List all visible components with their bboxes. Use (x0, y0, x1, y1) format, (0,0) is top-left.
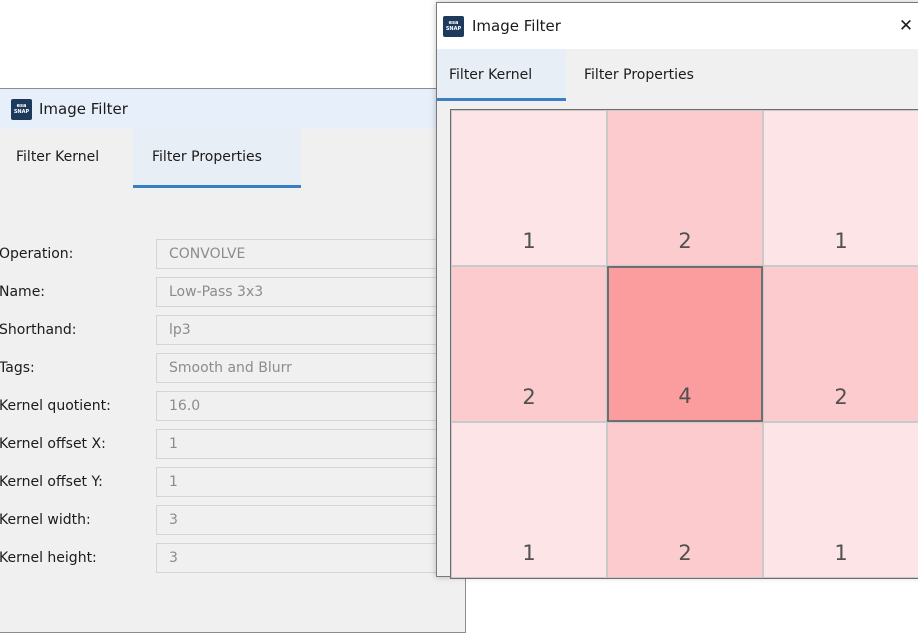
property-label: Shorthand: (0, 322, 77, 338)
name-field[interactable]: Low-Pass 3x3 (156, 277, 468, 307)
kernel-cell-value: 2 (678, 229, 692, 253)
kernel-cell-value: 1 (522, 541, 536, 565)
close-button[interactable]: ✕ (893, 13, 918, 39)
kernel-cell-value: 2 (834, 385, 848, 409)
kernel-cell-r2-c2[interactable]: 4 (607, 266, 763, 422)
kernel-cell-r2-c1[interactable]: 2 (451, 266, 607, 422)
kernel-cell-r1-c2[interactable]: 2 (607, 110, 763, 266)
tags-field[interactable]: Smooth and Blurr (156, 353, 468, 383)
window-title: Image Filter (39, 100, 128, 118)
property-row-shorthand: Shorthand: lp3 (0, 315, 468, 345)
kernel-cell-r1-c3[interactable]: 1 (763, 110, 918, 266)
icon-text-snap: SNAP (445, 26, 462, 32)
kernel-cell-value: 2 (522, 385, 536, 409)
property-row-kernel-quotient: Kernel quotient: 16.0 (0, 391, 468, 421)
kernel-cell-r1-c1[interactable]: 1 (451, 110, 607, 266)
property-label: Operation: (0, 246, 74, 262)
image-filter-window-back: esa SNAP Image Filter Filter Kernel Filt… (0, 88, 468, 633)
tab-filter-properties[interactable]: Filter Properties (566, 49, 736, 101)
kernel-cell-r3-c3[interactable]: 1 (763, 422, 918, 578)
active-tab-indicator (437, 98, 566, 101)
image-filter-window-front: esa SNAP Image Filter ✕ Filter Kernel Fi… (436, 2, 918, 579)
property-row-kernel-offset-x: Kernel offset X: 1 (0, 429, 468, 459)
active-tab-indicator (133, 185, 301, 188)
tab-label: Filter Kernel (449, 67, 533, 83)
window-title: Image Filter (472, 17, 561, 35)
property-label: Kernel offset Y: (0, 474, 103, 490)
kernel-offset-y-field[interactable]: 1 (156, 467, 468, 497)
tab-bar: Filter Kernel Filter Properties (0, 129, 465, 188)
property-label: Kernel offset X: (0, 436, 106, 452)
kernel-cell-r2-c3[interactable]: 2 (763, 266, 918, 422)
kernel-height-field[interactable]: 3 (156, 543, 468, 573)
icon-text-snap: SNAP (13, 109, 30, 115)
property-row-kernel-height: Kernel height: 3 (0, 543, 468, 573)
kernel-cell-value: 1 (834, 229, 848, 253)
property-row-kernel-width: Kernel width: 3 (0, 505, 468, 535)
kernel-cell-r3-c1[interactable]: 1 (451, 422, 607, 578)
shorthand-field[interactable]: lp3 (156, 315, 468, 345)
property-row-kernel-offset-y: Kernel offset Y: 1 (0, 467, 468, 497)
snap-app-icon: esa SNAP (11, 98, 32, 120)
operation-field[interactable]: CONVOLVE (156, 239, 468, 269)
kernel-cell-value: 2 (678, 541, 692, 565)
kernel-width-field[interactable]: 3 (156, 505, 468, 535)
property-row-name: Name: Low-Pass 3x3 (0, 277, 468, 307)
kernel-grid: 1 2 1 2 4 2 1 2 1 (450, 109, 918, 579)
kernel-cell-value: 1 (522, 229, 536, 253)
property-label: Name: (0, 284, 46, 300)
tab-label: Filter Properties (584, 67, 694, 83)
tab-label: Filter Properties (152, 149, 262, 165)
kernel-cell-r3-c2[interactable]: 2 (607, 422, 763, 578)
kernel-cell-value: 1 (834, 541, 848, 565)
kernel-cell-value: 4 (678, 384, 692, 408)
title-bar[interactable]: esa SNAP Image Filter ✕ (437, 3, 918, 49)
kernel-quotient-field[interactable]: 16.0 (156, 391, 468, 421)
tab-filter-kernel[interactable]: Filter Kernel (16, 129, 136, 185)
property-label: Kernel width: (0, 512, 91, 528)
kernel-offset-x-field[interactable]: 1 (156, 429, 468, 459)
close-icon: ✕ (898, 16, 914, 36)
title-bar[interactable]: esa SNAP Image Filter (0, 89, 465, 129)
property-label: Tags: (0, 360, 35, 376)
property-label: Kernel quotient: (0, 398, 111, 414)
tab-filter-properties[interactable]: Filter Properties (133, 129, 301, 188)
property-row-tags: Tags: Smooth and Blurr (0, 353, 468, 383)
tab-bar: Filter Kernel Filter Properties (437, 49, 918, 101)
tab-filter-kernel[interactable]: Filter Kernel (437, 49, 566, 101)
property-row-operation: Operation: CONVOLVE (0, 239, 468, 269)
tab-label: Filter Kernel (16, 149, 100, 165)
property-label: Kernel height: (0, 550, 97, 566)
snap-app-icon: esa SNAP (443, 15, 464, 37)
